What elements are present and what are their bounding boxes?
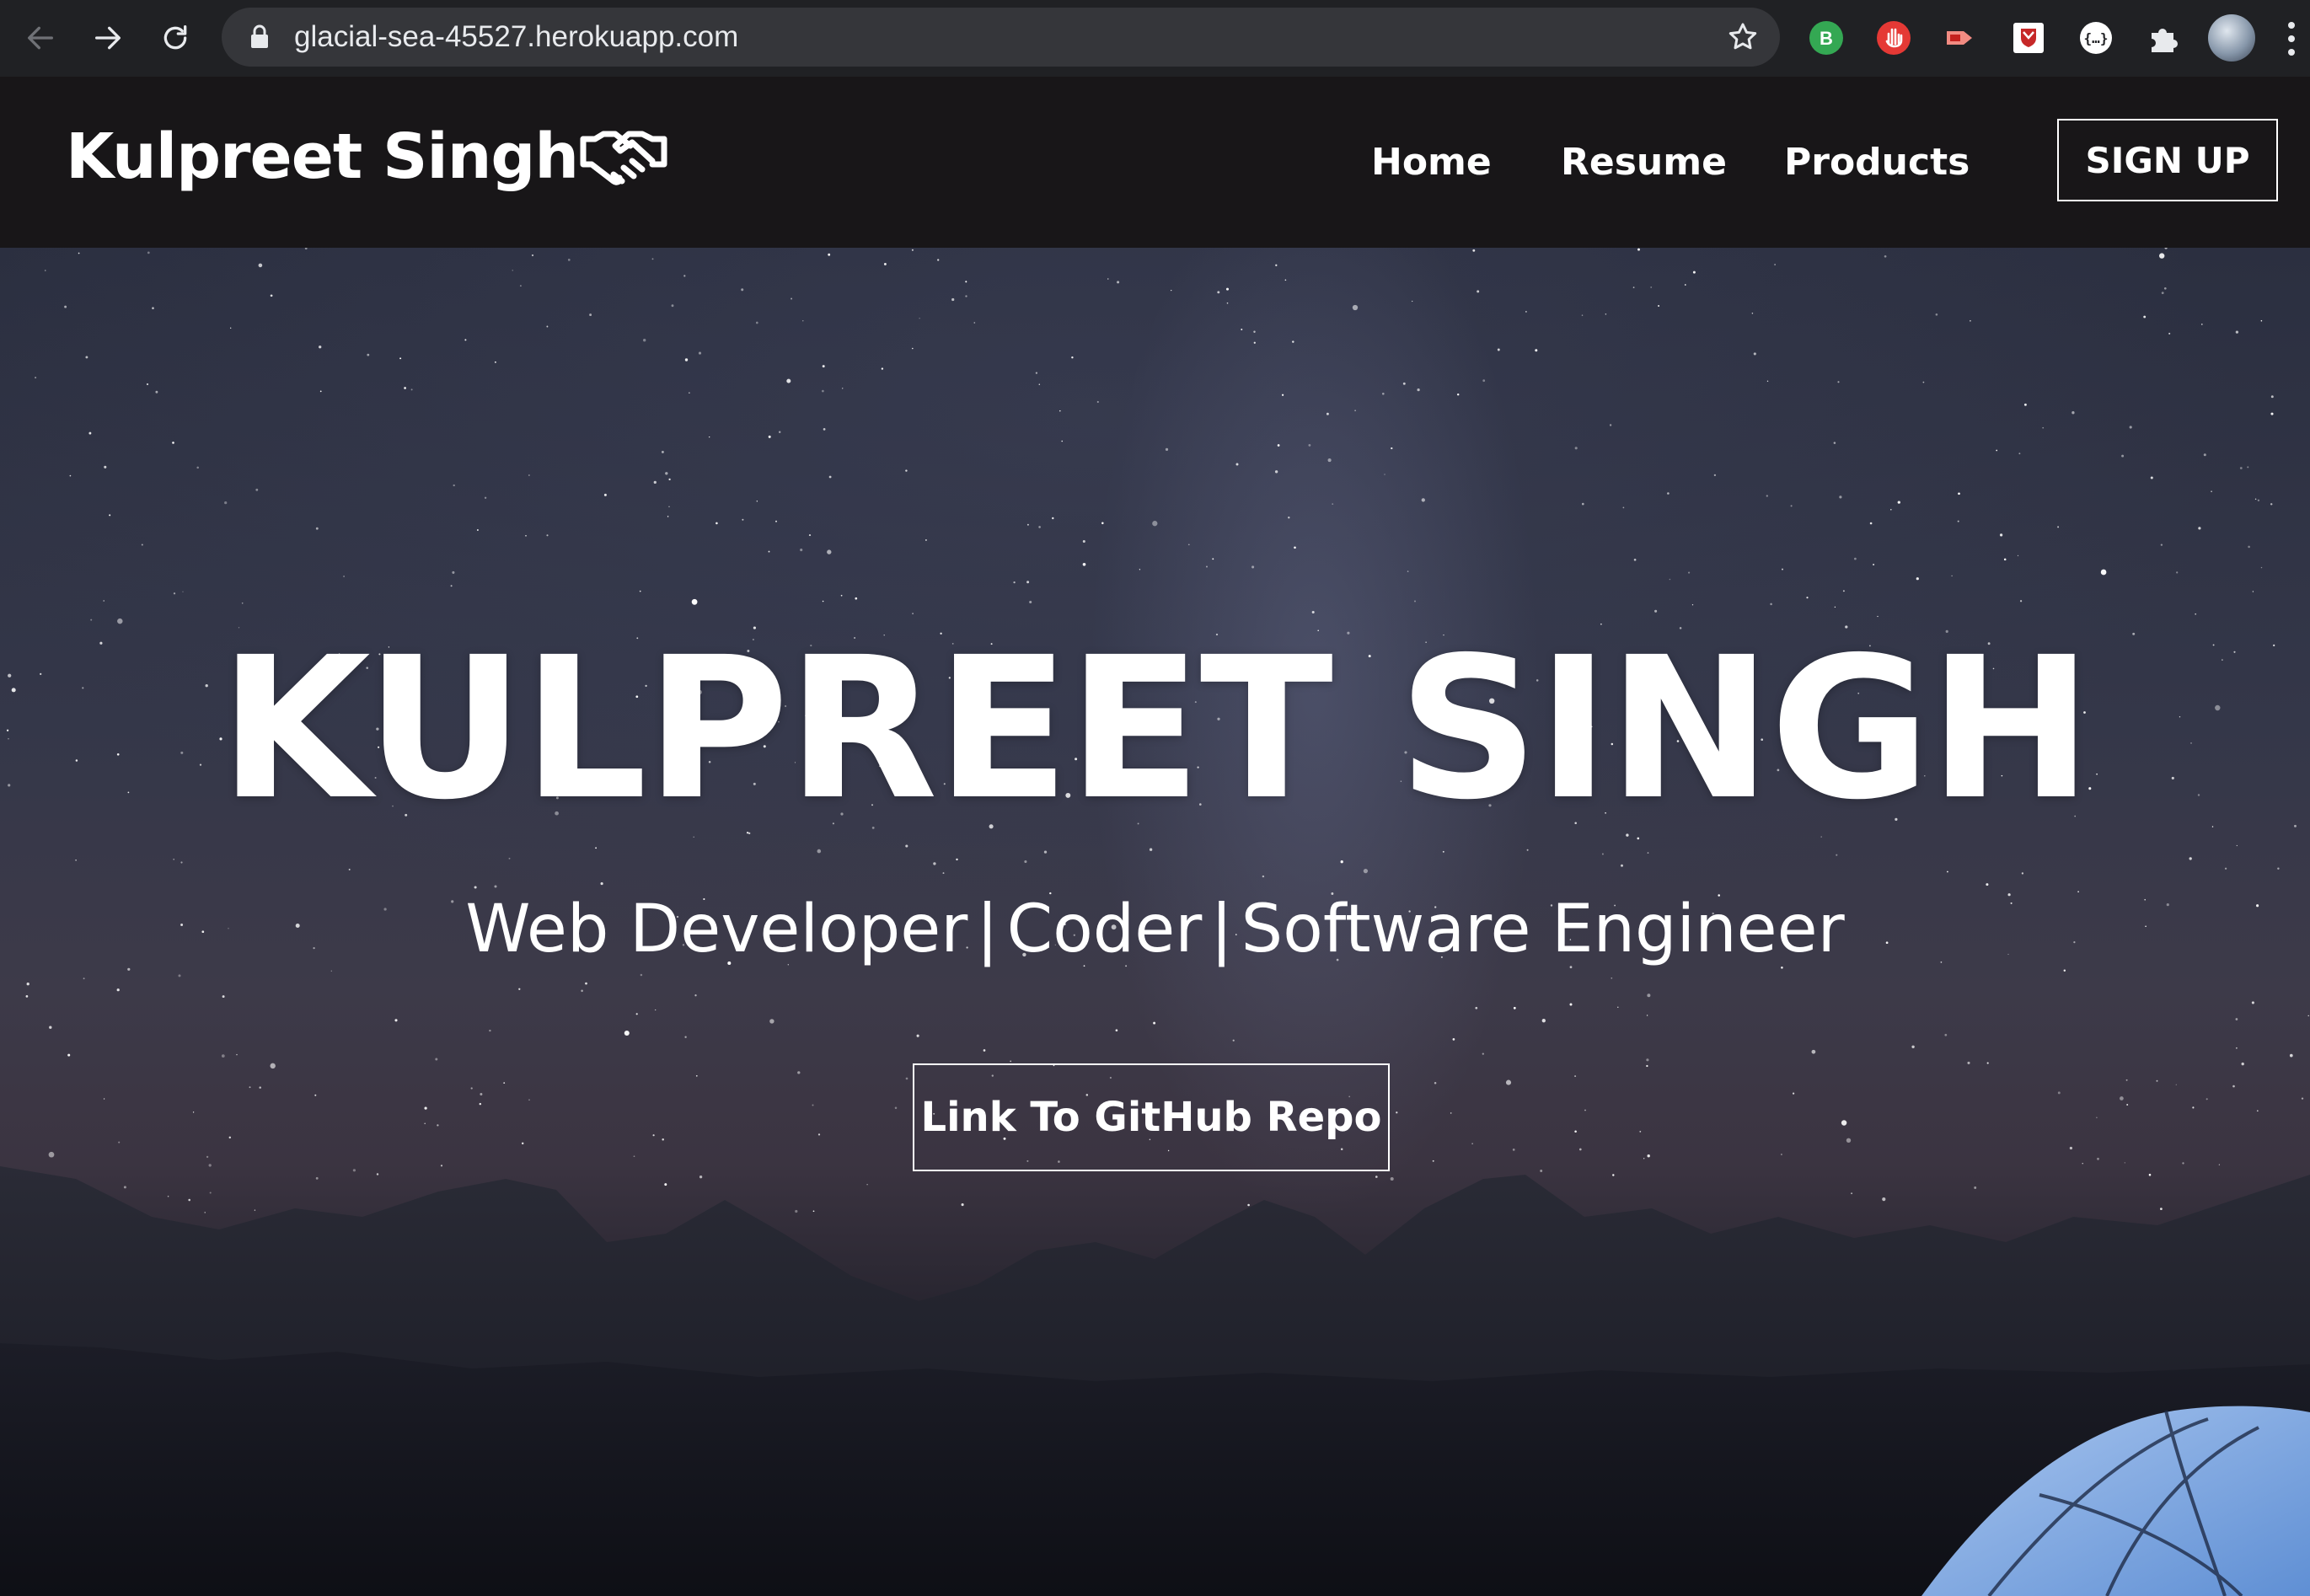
subtitle-separator: | — [976, 892, 999, 967]
url-text: glacial-sea-45527.herokuapp.com — [294, 20, 739, 53]
tent-illustration — [1921, 1406, 2310, 1596]
brand-text: Kulpreet Singh — [66, 121, 579, 193]
browser-toolbar: glacial-sea-45527.herokuapp.com B {…} — [0, 0, 2310, 77]
b-extension-letter: B — [1820, 28, 1833, 49]
profile-avatar[interactable] — [2208, 14, 2255, 62]
role-software-engineer: Software Engineer — [1241, 892, 1845, 967]
reload-icon — [163, 25, 187, 50]
forward-button[interactable] — [86, 16, 130, 60]
video-arrow-icon[interactable] — [1942, 19, 1980, 57]
address-bar[interactable]: glacial-sea-45527.herokuapp.com — [222, 8, 1780, 67]
nav-products[interactable]: Products — [1784, 77, 1970, 248]
site-navbar: Kulpreet Singh Home Resume Products SIGN… — [0, 77, 2310, 248]
svg-text:{…}: {…} — [2084, 30, 2109, 46]
b-extension-icon[interactable]: B — [1807, 19, 1846, 57]
back-button[interactable] — [19, 16, 62, 60]
subtitle-separator: | — [1210, 892, 1233, 967]
sign-up-button[interactable]: SIGN UP — [2057, 119, 2278, 201]
reload-button[interactable] — [153, 16, 197, 60]
shield-extension-icon[interactable] — [2009, 19, 2048, 57]
hero-title: KULPREET SINGH — [219, 615, 2093, 843]
handshake-icon — [580, 131, 667, 185]
more-vertical-icon[interactable] — [2286, 20, 2297, 57]
github-repo-button[interactable]: Link To GitHub Repo — [913, 1063, 1390, 1171]
nav-resume[interactable]: Resume — [1561, 77, 1727, 248]
role-web-developer: Web Developer — [465, 892, 968, 967]
brand-logo[interactable]: Kulpreet Singh — [66, 121, 667, 193]
hand-stop-icon[interactable] — [1874, 19, 1913, 57]
puzzle-piece-icon[interactable] — [2144, 19, 2183, 57]
bookmark-star-icon[interactable] — [1726, 20, 1760, 54]
arrow-left-icon — [28, 26, 53, 50]
hero-section: KULPREET SINGH Web Developer | Coder | Softw… — [0, 248, 2310, 1596]
lock-icon — [251, 24, 268, 48]
nav-home[interactable]: Home — [1371, 77, 1492, 248]
json-braces-icon[interactable]: {…} — [2077, 19, 2115, 57]
role-coder: Coder — [1006, 892, 1203, 967]
hero-subtitle: Web Developer | Coder | Software Engineer — [0, 897, 2310, 962]
arrow-right-icon — [95, 26, 121, 50]
